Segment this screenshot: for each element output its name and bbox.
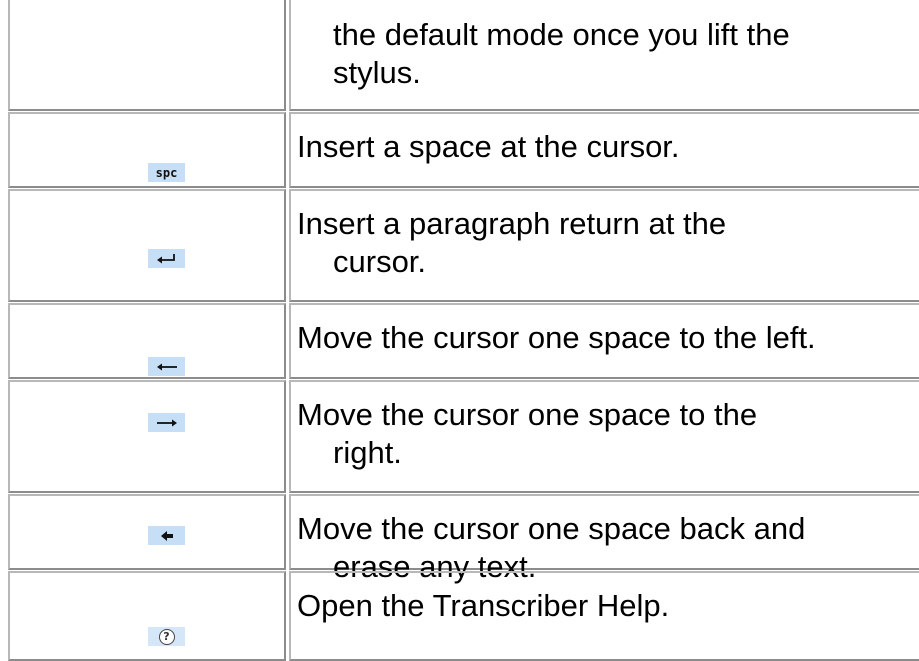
description-cell: Move the cursor one space back and erase… — [289, 494, 919, 584]
description-line-2: cursor. — [333, 244, 427, 279]
description-line-1: Open the Transcriber Help. — [297, 588, 670, 623]
table-row: Move the cursor one space to the left. — [0, 303, 919, 379]
table-row: Move the cursor one space back and erase… — [0, 494, 919, 584]
return-key-icon[interactable] — [148, 249, 185, 268]
icon-cell — [8, 189, 286, 302]
description-line-1: Insert a paragraph return at the — [297, 206, 727, 241]
description-cell: Move the cursor one space to the left. — [289, 303, 919, 379]
backspace-icon[interactable] — [148, 526, 185, 545]
help-icon[interactable]: ? — [148, 627, 185, 646]
description-line-1: Move the cursor one space back and — [297, 511, 806, 546]
right-arrow-icon[interactable] — [148, 413, 185, 432]
description-line-1: Insert a space at the cursor. — [297, 129, 680, 164]
icon-cell — [8, 303, 286, 379]
description-cell: Open the Transcriber Help. — [289, 571, 919, 661]
table-row: ? Open the Transcriber Help. — [0, 571, 919, 661]
icon-cell: spc — [8, 112, 286, 188]
description-cell: Insert a space at the cursor. — [289, 112, 919, 188]
description-line-1: the default mode once you lift the — [333, 17, 790, 52]
description-cell: Insert a paragraph return at the cursor. — [289, 189, 919, 302]
table-row: Insert a paragraph return at the cursor. — [0, 189, 919, 302]
space-key-icon[interactable]: spc — [148, 163, 185, 182]
left-arrow-icon[interactable] — [148, 357, 185, 376]
description-cell: Move the cursor one space to the right. — [289, 380, 919, 493]
table-row: Move the cursor one space to the right. — [0, 380, 919, 493]
shortcut-table: the default mode once you lift the stylu… — [0, 0, 919, 661]
description-line-1: Move the cursor one space to the — [297, 397, 758, 432]
description-cell: the default mode once you lift the stylu… — [289, 0, 919, 111]
description-line-2: stylus. — [333, 55, 421, 90]
description-line-1: Move the cursor one space to the left. — [297, 320, 816, 355]
icon-cell — [8, 0, 286, 111]
icon-cell — [8, 494, 286, 570]
icon-cell — [8, 380, 286, 493]
icon-cell: ? — [8, 571, 286, 661]
table-row: the default mode once you lift the stylu… — [0, 0, 919, 111]
help-glyph: ? — [158, 628, 175, 645]
table-row: spc Insert a space at the cursor. — [0, 112, 919, 188]
description-line-2: right. — [333, 435, 402, 470]
space-key-label: spc — [155, 165, 178, 180]
